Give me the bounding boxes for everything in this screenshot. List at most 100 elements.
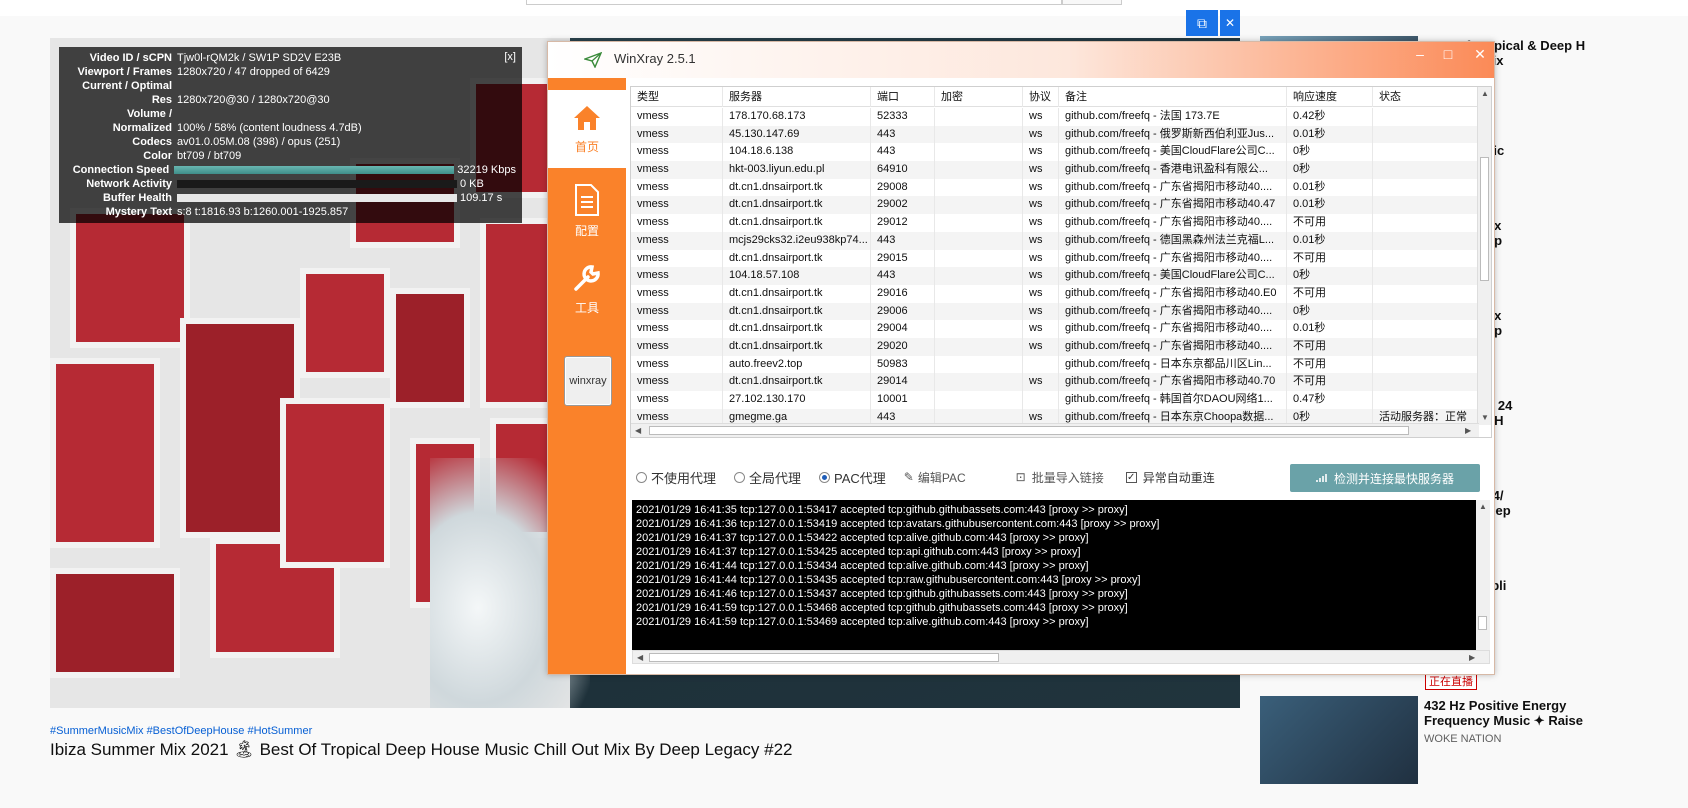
table-cell bbox=[1373, 356, 1479, 374]
stats-bar bbox=[177, 180, 457, 188]
table-cell: 29006 bbox=[871, 302, 935, 321]
video-title-line[interactable]: 432 Hz Positive Energy bbox=[1424, 698, 1566, 713]
table-row[interactable]: vmess 104.18.6.138 443 ws github.com/freefq … bbox=[631, 143, 1479, 162]
close-window-icon[interactable]: ✕ bbox=[1470, 46, 1490, 63]
proxy-option-pac[interactable]: PAC代理 bbox=[819, 468, 886, 487]
miniplayer-icon[interactable]: ⧉ bbox=[1186, 10, 1218, 36]
table-cell bbox=[1373, 179, 1479, 197]
table-row[interactable]: vmess dt.cn1.dnsairport.tk 29014 ws github.c… bbox=[631, 373, 1479, 391]
log-line: 2021/01/29 16:41:59 tcp:127.0.0.1:53469 … bbox=[636, 616, 1089, 628]
table-cell: 29020 bbox=[871, 337, 935, 356]
maximize-icon[interactable]: □ bbox=[1438, 46, 1458, 62]
table-cell: 0秒 bbox=[1287, 267, 1373, 285]
stats-row: Color bt709 / bt709 bbox=[65, 149, 516, 163]
table-cell: vmess bbox=[631, 249, 723, 268]
column-header[interactable]: 协议 bbox=[1023, 87, 1059, 107]
nav-home[interactable]: 首页 bbox=[548, 90, 626, 168]
detect-button-label: 检测并连接最快服务器 bbox=[1333, 471, 1454, 486]
table-cell: 64910 bbox=[871, 161, 935, 179]
table-cell: 29004 bbox=[871, 320, 935, 338]
table-row[interactable]: vmess dt.cn1.dnsairport.tk 29015 ws github.c… bbox=[631, 249, 1479, 268]
stats-value: Tjw0l-rQM2k / SW1P SD2V E23B bbox=[177, 52, 342, 64]
batch-import-label: 批量导入链接 bbox=[1031, 470, 1104, 485]
table-row[interactable]: vmess dt.cn1.dnsairport.tk 29004 ws github.c… bbox=[631, 320, 1479, 338]
table-cell: vmess bbox=[631, 337, 723, 356]
table-cell: dt.cn1.dnsairport.tk bbox=[723, 284, 871, 303]
column-header[interactable]: 状态 bbox=[1373, 87, 1479, 107]
table-cell: 不可用 bbox=[1287, 249, 1373, 268]
table-row[interactable]: vmess dt.cn1.dnsairport.tk 29020 ws github.c… bbox=[631, 337, 1479, 356]
server-table[interactable]: 类型 服务器 端口 加密 协议 备注 响应速度 状态 vmess 178.170.68.173 5… bbox=[630, 86, 1492, 438]
proxy-option-global[interactable]: 全局代理 bbox=[734, 468, 801, 487]
table-row[interactable]: vmess hkt-003.liyun.edu.pl 64910 ws github.c… bbox=[631, 161, 1479, 179]
stats-key: Video ID / sCPN bbox=[89, 52, 172, 64]
table-row[interactable]: vmess dt.cn1.dnsairport.tk 29006 ws github.c… bbox=[631, 302, 1479, 321]
close-icon[interactable]: ✕ bbox=[1220, 10, 1240, 36]
log-vertical-scrollbar[interactable]: ▲ bbox=[1476, 500, 1490, 650]
table-cell: github.com/freefq - 广东省揭阳市移动40.... bbox=[1059, 302, 1287, 321]
table-cell bbox=[935, 320, 1023, 338]
table-cell: github.com/freefq - 广东省揭阳市移动40.47 bbox=[1059, 196, 1287, 215]
table-row[interactable]: vmess dt.cn1.dnsairport.tk 29002 ws github.c… bbox=[631, 196, 1479, 215]
stats-value-wrap: 0 KB bbox=[177, 177, 516, 191]
document-icon bbox=[575, 183, 599, 216]
proxy-option-none[interactable]: 不使用代理 bbox=[636, 468, 716, 487]
table-cell: vmess bbox=[631, 320, 723, 338]
table-cell: ws bbox=[1023, 161, 1059, 179]
nav-tools[interactable]: 工具 bbox=[548, 250, 626, 328]
search-input[interactable] bbox=[526, 0, 1062, 5]
column-header[interactable]: 响应速度 bbox=[1287, 87, 1373, 107]
recommended-video[interactable]: 432 Hz Positive Energy Frequency Music ✦ … bbox=[1260, 696, 1688, 784]
table-row[interactable]: vmess dt.cn1.dnsairport.tk 29012 ws github.c… bbox=[631, 214, 1479, 232]
table-cell bbox=[1373, 143, 1479, 161]
table-row[interactable]: vmess 45.130.147.69 443 ws github.com/freefq… bbox=[631, 125, 1479, 144]
log-line: 2021/01/29 16:41:44 tcp:127.0.0.1:53435 … bbox=[636, 574, 1141, 586]
table-cell bbox=[935, 125, 1023, 144]
table-vertical-scrollbar[interactable]: ▲ ▼ bbox=[1477, 87, 1491, 425]
minimize-icon[interactable]: – bbox=[1410, 46, 1430, 62]
column-header[interactable]: 类型 bbox=[631, 87, 723, 107]
table-cell: github.com/freefq - 法国 173.7E bbox=[1059, 108, 1287, 126]
table-row[interactable]: vmess 178.170.68.173 52333 ws github.com/fre… bbox=[631, 108, 1479, 126]
search-button[interactable] bbox=[1062, 0, 1122, 5]
winxray-button[interactable]: winxray bbox=[564, 356, 612, 406]
stats-value: av01.0.05M.08 (398) / opus (251) bbox=[177, 136, 341, 148]
column-header[interactable]: 端口 bbox=[871, 87, 935, 107]
proxy-options: 不使用代理 全局代理 PAC代理 ✎ 编辑PAC ⊡ 批量导入链接 ✓ 异常自动重连 bbox=[636, 465, 1233, 489]
table-cell bbox=[935, 391, 1023, 409]
table-row[interactable]: vmess mcjs29cks32.i2eu938kp74... 443 ws gith… bbox=[631, 231, 1479, 250]
table-row[interactable]: vmess 27.102.130.170 10001 github.com/freef… bbox=[631, 391, 1479, 409]
stats-key: Codecs bbox=[132, 136, 172, 148]
table-cell: ws bbox=[1023, 320, 1059, 338]
detect-connect-fastest-button[interactable]: 检测并连接最快服务器 bbox=[1290, 464, 1480, 492]
radio-icon bbox=[636, 471, 647, 483]
table-cell: vmess bbox=[631, 284, 723, 303]
table-cell: github.com/freefq - 广东省揭阳市移动40.... bbox=[1059, 337, 1287, 356]
edit-pac-link[interactable]: ✎ 编辑PAC bbox=[904, 469, 966, 486]
column-header[interactable]: 备注 bbox=[1059, 87, 1287, 107]
log-horizontal-scrollbar[interactable]: ◀ ▶ bbox=[632, 650, 1490, 664]
log-console[interactable]: 2021/01/29 16:41:35 tcp:127.0.0.1:53417 … bbox=[632, 500, 1490, 650]
table-row[interactable]: vmess auto.freev2.top 50983 github.com/free… bbox=[631, 355, 1479, 374]
table-row[interactable]: vmess dt.cn1.dnsairport.tk 29016 ws github.c… bbox=[631, 284, 1479, 303]
table-cell bbox=[935, 214, 1023, 232]
video-title-line[interactable]: Frequency Music ✦ Raise bbox=[1424, 713, 1583, 728]
stats-bar bbox=[174, 166, 455, 174]
column-header[interactable]: 加密 bbox=[935, 87, 1023, 107]
stats-row: Normalized 100% / 58% (content loudness 4… bbox=[65, 121, 516, 135]
video-hashtags[interactable]: #SummerMusicMix #BestOfDeepHouse #HotSum… bbox=[50, 725, 312, 737]
table-cell bbox=[935, 267, 1023, 285]
table-horizontal-scrollbar[interactable]: ◀ ▶ bbox=[631, 423, 1479, 437]
stats-close-button[interactable]: [x] bbox=[504, 51, 516, 63]
batch-import-link[interactable]: ⊡ 批量导入链接 bbox=[1016, 469, 1104, 486]
column-header[interactable]: 服务器 bbox=[723, 87, 871, 107]
log-line: 2021/01/29 16:41:35 tcp:127.0.0.1:53417 … bbox=[636, 504, 1128, 516]
table-cell: vmess bbox=[631, 143, 723, 162]
nav-config[interactable]: 配置 bbox=[548, 172, 626, 250]
table-row[interactable]: vmess 104.18.57.108 443 ws github.com/freefq… bbox=[631, 267, 1479, 285]
table-row[interactable]: vmess dt.cn1.dnsairport.tk 29008 ws github.c… bbox=[631, 178, 1479, 197]
video-thumbnail[interactable] bbox=[1260, 696, 1418, 784]
table-cell: 0.01秒 bbox=[1287, 196, 1373, 215]
auto-reconnect-checkbox[interactable]: ✓ 异常自动重连 bbox=[1125, 469, 1215, 486]
window-titlebar[interactable]: WinXray 2.5.1 – □ ✕ bbox=[548, 42, 1494, 78]
